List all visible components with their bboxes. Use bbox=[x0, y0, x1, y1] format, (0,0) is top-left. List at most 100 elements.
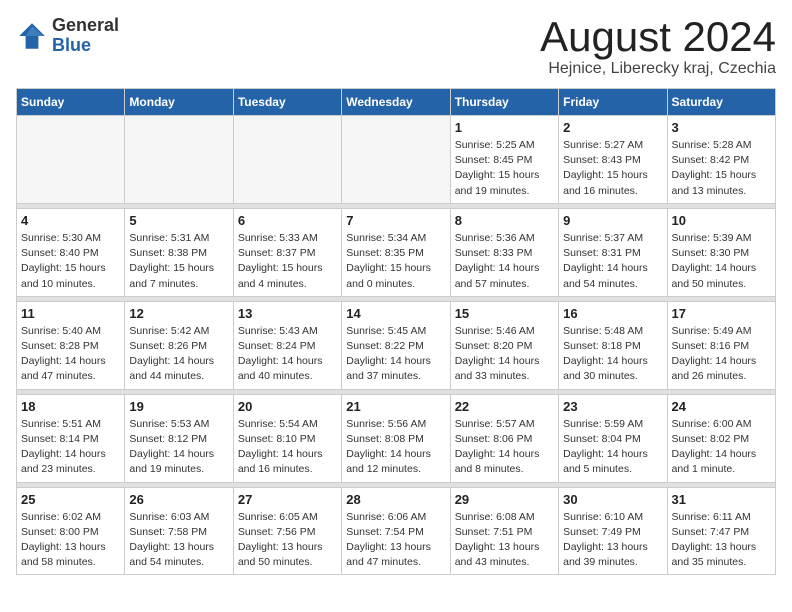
calendar-cell: 12 Sunrise: 5:42 AMSunset: 8:26 PMDayligh… bbox=[125, 301, 233, 389]
day-number: 16 bbox=[563, 306, 662, 321]
day-info: Sunrise: 5:39 AMSunset: 8:30 PMDaylight:… bbox=[672, 231, 771, 292]
day-number: 14 bbox=[346, 306, 445, 321]
calendar-cell: 7Sunrise: 5:34 AMSunset: 8:35 PMDaylight… bbox=[342, 208, 450, 296]
logo: General Blue bbox=[16, 16, 119, 56]
calendar-cell: 20 Sunrise: 5:54 AMSunset: 8:10 PMDayligh… bbox=[233, 394, 341, 482]
calendar-cell bbox=[342, 116, 450, 204]
calendar-cell: 14Sunrise: 5:45 AMSunset: 8:22 PMDayligh… bbox=[342, 301, 450, 389]
calendar-week-4: 18 Sunrise: 5:51 AMSunset: 8:14 PMDayligh… bbox=[17, 394, 776, 482]
calendar-header: Sunday Monday Tuesday Wednesday Thursday… bbox=[17, 89, 776, 116]
day-info: Sunrise: 5:54 AMSunset: 8:10 PMDaylight:… bbox=[238, 417, 337, 478]
day-info: Sunrise: 5:27 AMSunset: 8:43 PMDaylight:… bbox=[563, 138, 662, 199]
day-number: 29 bbox=[455, 492, 554, 507]
day-info: Sunrise: 5:43 AMSunset: 8:24 PMDaylight:… bbox=[238, 324, 337, 385]
day-number: 31 bbox=[672, 492, 771, 507]
logo-text: General Blue bbox=[52, 16, 119, 56]
day-info: Sunrise: 5:37 AMSunset: 8:31 PMDaylight:… bbox=[563, 231, 662, 292]
day-number: 26 bbox=[129, 492, 228, 507]
calendar-cell: 23Sunrise: 5:59 AMSunset: 8:04 PMDayligh… bbox=[559, 394, 667, 482]
day-number: 19 bbox=[129, 399, 228, 414]
calendar-cell: 26Sunrise: 6:03 AMSunset: 7:58 PMDayligh… bbox=[125, 487, 233, 575]
calendar-cell: 5Sunrise: 5:31 AMSunset: 8:38 PMDaylight… bbox=[125, 208, 233, 296]
day-number: 22 bbox=[455, 399, 554, 414]
day-info: Sunrise: 6:10 AMSunset: 7:49 PMDaylight:… bbox=[563, 510, 662, 571]
calendar-week-2: 4Sunrise: 5:30 AMSunset: 8:40 PMDaylight… bbox=[17, 208, 776, 296]
logo-icon bbox=[16, 20, 48, 52]
calendar-cell: 8Sunrise: 5:36 AMSunset: 8:33 PMDaylight… bbox=[450, 208, 558, 296]
page-header: General Blue August 2024 Hejnice, Libere… bbox=[16, 16, 776, 78]
day-number: 2 bbox=[563, 120, 662, 135]
day-number: 10 bbox=[672, 213, 771, 228]
day-number: 24 bbox=[672, 399, 771, 414]
month-title: August 2024 bbox=[540, 16, 776, 58]
day-info: Sunrise: 5:56 AMSunset: 8:08 PMDaylight:… bbox=[346, 417, 445, 478]
logo-general: General bbox=[52, 16, 119, 36]
day-number: 3 bbox=[672, 120, 771, 135]
calendar-cell: 28Sunrise: 6:06 AMSunset: 7:54 PMDayligh… bbox=[342, 487, 450, 575]
day-number: 7 bbox=[346, 213, 445, 228]
day-info: Sunrise: 5:33 AMSunset: 8:37 PMDaylight:… bbox=[238, 231, 337, 292]
calendar-cell: 22 Sunrise: 5:57 AMSunset: 8:06 PMDayligh… bbox=[450, 394, 558, 482]
col-tuesday: Tuesday bbox=[233, 89, 341, 116]
calendar-cell: 24 Sunrise: 6:00 AMSunset: 8:02 PMDayligh… bbox=[667, 394, 775, 482]
day-number: 1 bbox=[455, 120, 554, 135]
col-monday: Monday bbox=[125, 89, 233, 116]
calendar-week-1: 1Sunrise: 5:25 AMSunset: 8:45 PMDaylight… bbox=[17, 116, 776, 204]
day-number: 15 bbox=[455, 306, 554, 321]
day-info: Sunrise: 5:51 AMSunset: 8:14 PMDaylight:… bbox=[21, 417, 120, 478]
day-number: 23 bbox=[563, 399, 662, 414]
calendar-cell: 2 Sunrise: 5:27 AMSunset: 8:43 PMDaylight… bbox=[559, 116, 667, 204]
day-info: Sunrise: 5:57 AMSunset: 8:06 PMDaylight:… bbox=[455, 417, 554, 478]
calendar-cell bbox=[233, 116, 341, 204]
calendar-week-3: 11Sunrise: 5:40 AMSunset: 8:28 PMDayligh… bbox=[17, 301, 776, 389]
day-number: 30 bbox=[563, 492, 662, 507]
day-info: Sunrise: 5:36 AMSunset: 8:33 PMDaylight:… bbox=[455, 231, 554, 292]
day-info: Sunrise: 6:05 AMSunset: 7:56 PMDaylight:… bbox=[238, 510, 337, 571]
day-info: Sunrise: 5:42 AMSunset: 8:26 PMDaylight:… bbox=[129, 324, 228, 385]
col-friday: Friday bbox=[559, 89, 667, 116]
calendar-cell: 15 Sunrise: 5:46 AMSunset: 8:20 PMDayligh… bbox=[450, 301, 558, 389]
col-saturday: Saturday bbox=[667, 89, 775, 116]
calendar-body: 1Sunrise: 5:25 AMSunset: 8:45 PMDaylight… bbox=[17, 116, 776, 575]
day-info: Sunrise: 5:40 AMSunset: 8:28 PMDaylight:… bbox=[21, 324, 120, 385]
day-info: Sunrise: 6:00 AMSunset: 8:02 PMDaylight:… bbox=[672, 417, 771, 478]
day-info: Sunrise: 5:48 AMSunset: 8:18 PMDaylight:… bbox=[563, 324, 662, 385]
day-number: 27 bbox=[238, 492, 337, 507]
day-info: Sunrise: 6:02 AMSunset: 8:00 PMDaylight:… bbox=[21, 510, 120, 571]
calendar-cell: 4Sunrise: 5:30 AMSunset: 8:40 PMDaylight… bbox=[17, 208, 125, 296]
calendar-week-5: 25 Sunrise: 6:02 AMSunset: 8:00 PMDayligh… bbox=[17, 487, 776, 575]
calendar-cell: 3 Sunrise: 5:28 AMSunset: 8:42 PMDaylight… bbox=[667, 116, 775, 204]
calendar-cell: 25 Sunrise: 6:02 AMSunset: 8:00 PMDayligh… bbox=[17, 487, 125, 575]
calendar-cell: 11Sunrise: 5:40 AMSunset: 8:28 PMDayligh… bbox=[17, 301, 125, 389]
day-number: 5 bbox=[129, 213, 228, 228]
calendar-cell: 9 Sunrise: 5:37 AMSunset: 8:31 PMDaylight… bbox=[559, 208, 667, 296]
calendar-cell: 27 Sunrise: 6:05 AMSunset: 7:56 PMDayligh… bbox=[233, 487, 341, 575]
calendar-cell: 31 Sunrise: 6:11 AMSunset: 7:47 PMDayligh… bbox=[667, 487, 775, 575]
day-info: Sunrise: 5:30 AMSunset: 8:40 PMDaylight:… bbox=[21, 231, 120, 292]
day-info: Sunrise: 6:08 AMSunset: 7:51 PMDaylight:… bbox=[455, 510, 554, 571]
title-section: August 2024 Hejnice, Liberecky kraj, Cze… bbox=[540, 16, 776, 78]
day-info: Sunrise: 5:28 AMSunset: 8:42 PMDaylight:… bbox=[672, 138, 771, 199]
day-info: Sunrise: 5:49 AMSunset: 8:16 PMDaylight:… bbox=[672, 324, 771, 385]
calendar-cell bbox=[17, 116, 125, 204]
day-info: Sunrise: 5:46 AMSunset: 8:20 PMDaylight:… bbox=[455, 324, 554, 385]
day-number: 20 bbox=[238, 399, 337, 414]
day-number: 9 bbox=[563, 213, 662, 228]
calendar-cell: 21Sunrise: 5:56 AMSunset: 8:08 PMDayligh… bbox=[342, 394, 450, 482]
calendar-cell: 29 Sunrise: 6:08 AMSunset: 7:51 PMDayligh… bbox=[450, 487, 558, 575]
day-number: 6 bbox=[238, 213, 337, 228]
calendar-cell: 1Sunrise: 5:25 AMSunset: 8:45 PMDaylight… bbox=[450, 116, 558, 204]
day-info: Sunrise: 6:11 AMSunset: 7:47 PMDaylight:… bbox=[672, 510, 771, 571]
day-number: 25 bbox=[21, 492, 120, 507]
calendar-cell: 19Sunrise: 5:53 AMSunset: 8:12 PMDayligh… bbox=[125, 394, 233, 482]
calendar-cell bbox=[125, 116, 233, 204]
day-number: 12 bbox=[129, 306, 228, 321]
calendar-cell: 10 Sunrise: 5:39 AMSunset: 8:30 PMDayligh… bbox=[667, 208, 775, 296]
day-number: 18 bbox=[21, 399, 120, 414]
calendar-cell: 6 Sunrise: 5:33 AMSunset: 8:37 PMDaylight… bbox=[233, 208, 341, 296]
calendar-table: Sunday Monday Tuesday Wednesday Thursday… bbox=[16, 88, 776, 575]
calendar-cell: 18 Sunrise: 5:51 AMSunset: 8:14 PMDayligh… bbox=[17, 394, 125, 482]
day-number: 28 bbox=[346, 492, 445, 507]
header-row: Sunday Monday Tuesday Wednesday Thursday… bbox=[17, 89, 776, 116]
col-thursday: Thursday bbox=[450, 89, 558, 116]
